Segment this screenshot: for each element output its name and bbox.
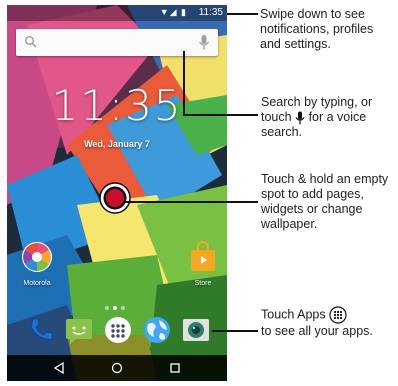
recents-icon[interactable] [168,361,182,375]
callout-apps: Touch Apps to see all your apps. [261,306,398,339]
favorites-dock [7,307,227,353]
apps-icon [329,306,347,324]
callout-line-notifications [227,13,258,15]
callout-notifications: Swipe down to see notifications, profile… [260,7,374,51]
phone-screen: ▼◢ ▮ 11:35 11:35 Wed, January 7 Motorola… [7,5,227,381]
apps-icon[interactable] [103,315,133,345]
callout-apps-text-1: Touch Apps [261,307,326,322]
status-time: 11:35 [198,7,223,18]
app-label: Motorola [23,280,51,287]
shopping-bag-icon [191,241,215,271]
app-store[interactable]: Store [183,241,223,287]
app-label: Store [194,280,212,287]
status-icons: ▼◢ ▮ [159,7,187,17]
camera-icon[interactable] [181,315,211,345]
app-motorola[interactable]: Motorola [17,241,57,287]
callout-line-touch-hold [124,201,258,203]
google-search-bar[interactable] [16,29,218,56]
clock-widget[interactable]: 11:35 [7,81,227,130]
callout-touch-hold: Touch & hold an empty spot to add pages,… [261,172,389,231]
date-label: Wed, January 7 [84,139,150,149]
status-bar[interactable]: ▼◢ ▮ 11:35 [7,5,227,21]
callout-line-search-vertical [183,51,185,115]
phone-icon[interactable] [25,315,55,345]
callout-search: Search by typing, or touch for a voice s… [261,95,397,140]
callout-line-search-horizontal [183,114,258,116]
search-input[interactable] [44,35,194,50]
navigation-bar [7,355,227,381]
callout-line-apps [212,330,258,332]
mic-icon[interactable] [198,34,210,51]
motorola-icon [22,242,52,272]
mic-icon [295,111,305,125]
search-icon [25,36,37,48]
home-icon[interactable] [110,361,124,375]
page-indicator [103,297,133,310]
messaging-icon[interactable] [64,315,94,345]
callout-apps-text-2: to see all your apps. [261,324,373,338]
touch-indicator [99,182,131,214]
back-icon[interactable] [52,361,66,375]
browser-icon[interactable] [142,315,172,345]
